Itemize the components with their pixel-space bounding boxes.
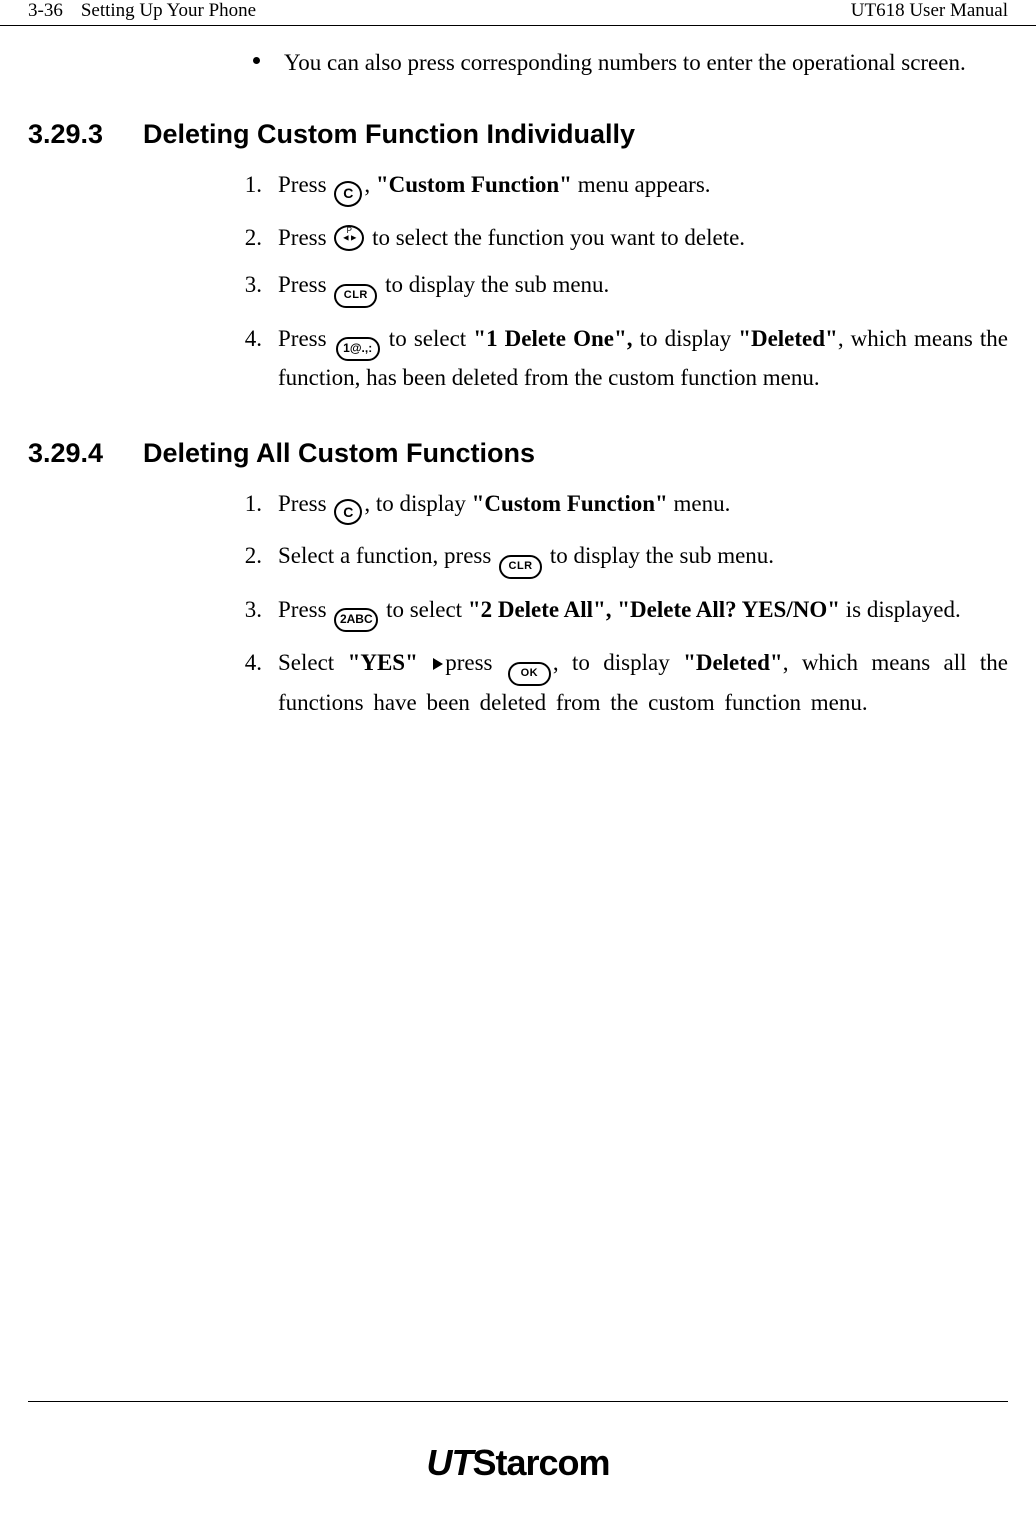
list-item: 4. Select "YES" press OK, to display "De… [228, 646, 1008, 719]
section-title: Deleting All Custom Functions [143, 438, 535, 469]
list-number: 2. [228, 221, 262, 254]
triangle-icon [433, 658, 443, 670]
list-item: 4. Press 1@.,: to select "1 Delete One",… [228, 322, 1008, 394]
c-key-icon: C [334, 181, 362, 207]
clr-key-icon: CLR [334, 284, 377, 308]
section-number: 3.29.3 [28, 119, 143, 150]
text: to select [382, 326, 474, 351]
list-body: Press C, to display "Custom Function" me… [278, 487, 1008, 525]
list-item: 2. Select a function, press CLR to displ… [228, 539, 1008, 579]
bold-text: "Deleted" [738, 326, 838, 351]
text: Select a function, press [278, 543, 497, 568]
header-manual-title: UT618 User Manual [851, 0, 1008, 22]
list-item: 1. Press C, to display "Custom Function"… [228, 487, 1008, 525]
bullet-icon [253, 57, 260, 64]
text: Press [278, 326, 334, 351]
list-item: 2. Press ◄► to select the function you w… [228, 221, 1008, 254]
list-item: 3. Press CLR to display the sub menu. [228, 268, 1008, 308]
list-number: 1. [228, 168, 262, 201]
logo-text: UTStarcom [426, 1442, 609, 1483]
ok-key-icon: OK [508, 662, 551, 686]
section-number: 3.29.4 [28, 438, 143, 469]
nav-key-icon: ◄► [334, 225, 364, 251]
footer-rule [28, 1401, 1008, 1402]
text: to select the function you want to delet… [366, 225, 745, 250]
list-number: 1. [228, 487, 262, 520]
list-body: Press 2ABC to select "2 Delete All", "De… [278, 593, 1008, 632]
list-body: Select a function, press CLR to display … [278, 539, 1008, 579]
list-body: Press C, "Custom Function" menu appears. [278, 168, 1008, 206]
section2-list: 1. Press C, to display "Custom Function"… [228, 487, 1008, 719]
list-number: 4. [228, 322, 262, 355]
header-page-number: 3-36 [28, 0, 63, 22]
text: , to display [364, 491, 471, 516]
text: Select [278, 650, 348, 675]
text: to display [633, 326, 739, 351]
list-number: 2. [228, 539, 262, 572]
section-heading-1: 3.29.3 Deleting Custom Function Individu… [28, 119, 1008, 150]
text: to select [380, 597, 468, 622]
list-body: Press CLR to display the sub menu. [278, 268, 1008, 308]
text: , [364, 172, 376, 197]
section1-list: 1. Press C, "Custom Function" menu appea… [228, 168, 1008, 394]
text: Press [278, 491, 332, 516]
text: menu appears. [572, 172, 711, 197]
one-key-icon: 1@.,: [336, 337, 380, 361]
text: Press [278, 272, 332, 297]
list-body: Press ◄► to select the function you want… [278, 221, 1008, 254]
bold-text: "YES" [348, 650, 418, 675]
list-body: Select "YES" press OK, to display "Delet… [278, 646, 1008, 719]
clr-key-icon: CLR [499, 555, 542, 579]
list-item: 1. Press C, "Custom Function" menu appea… [228, 168, 1008, 206]
bold-text: "Custom Function" [472, 491, 668, 516]
bold-text: "2 Delete All", "Delete All? YES/NO" [468, 597, 840, 622]
c-key-icon: C [334, 499, 362, 525]
text: Press [278, 172, 332, 197]
section-heading-2: 3.29.4 Deleting All Custom Functions [28, 438, 1008, 469]
text: Press [278, 225, 332, 250]
text: menu. [668, 491, 731, 516]
list-number: 3. [228, 268, 262, 301]
text: to display the sub menu. [379, 272, 609, 297]
list-body: Press 1@.,: to select "1 Delete One", to… [278, 322, 1008, 394]
section-title: Deleting Custom Function Individually [143, 119, 635, 150]
header-chapter: Setting Up Your Phone [81, 0, 256, 22]
intro-bullet: You can also press corresponding numbers… [253, 46, 1008, 79]
list-number: 3. [228, 593, 262, 626]
bold-text: "Custom Function" [376, 172, 572, 197]
list-number: 4. [228, 646, 262, 679]
list-item: 3. Press 2ABC to select "2 Delete All", … [228, 593, 1008, 632]
page-header: 3-36 Setting Up Your Phone UT618 User Ma… [0, 0, 1036, 26]
bold-text: "1 Delete One", [473, 326, 632, 351]
text: , to display [553, 650, 683, 675]
text: Press [278, 597, 332, 622]
footer-logo: UTStarcom [0, 1442, 1036, 1484]
text: is displayed. [840, 597, 961, 622]
bold-text: "Deleted" [683, 650, 783, 675]
two-key-icon: 2ABC [334, 608, 378, 632]
text: to display the sub menu. [544, 543, 774, 568]
intro-bullet-text: You can also press corresponding numbers… [284, 46, 966, 79]
text: press [445, 650, 506, 675]
page-content: You can also press corresponding numbers… [0, 26, 1036, 719]
